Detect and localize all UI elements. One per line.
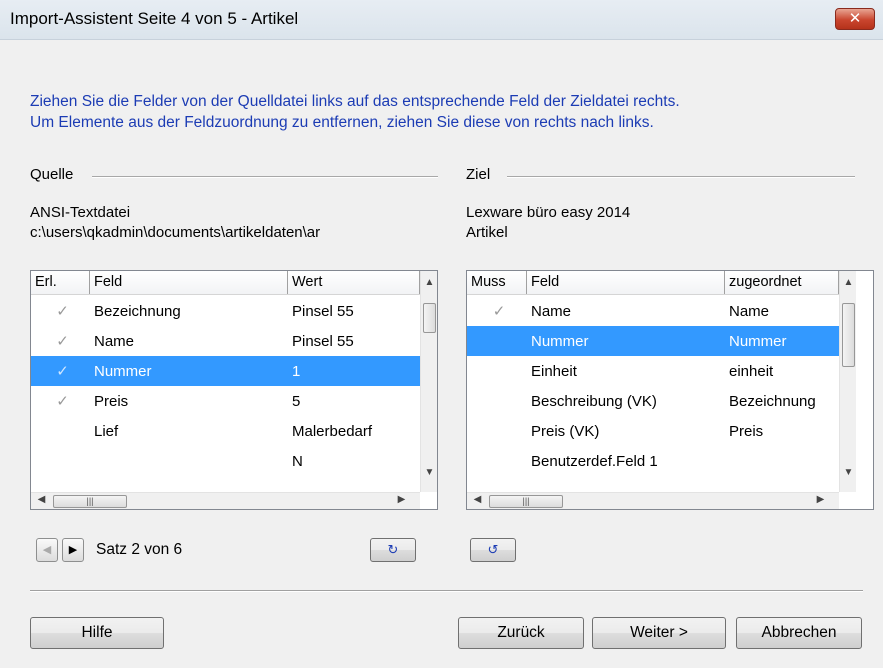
help-button[interactable]: Hilfe bbox=[30, 617, 164, 649]
table-row[interactable]: Preis (VK) Preis bbox=[467, 416, 839, 446]
target-col-assigned[interactable]: zugeordnet bbox=[725, 271, 839, 294]
target-col-required[interactable]: Muss bbox=[467, 271, 527, 294]
undo-assign-button[interactable]: ↻ bbox=[370, 538, 416, 562]
table-row[interactable]: N bbox=[31, 446, 420, 476]
bottom-separator bbox=[30, 590, 863, 592]
assigned-field-cell: Nummer bbox=[729, 332, 787, 350]
table-row[interactable]: ✓ Preis 5 bbox=[31, 386, 420, 416]
target-vscroll-thumb[interactable] bbox=[842, 303, 855, 367]
field-name-cell: Bezeichnung bbox=[94, 302, 181, 320]
field-name-cell: Nummer bbox=[94, 362, 152, 380]
target-grid-header: Muss Feld zugeordnet bbox=[467, 271, 839, 295]
source-vscroll-thumb[interactable] bbox=[423, 303, 436, 333]
field-name-cell: Beschreibung (VK) bbox=[531, 392, 657, 410]
check-icon: ✓ bbox=[492, 303, 506, 320]
scroll-up-icon[interactable]: ▲ bbox=[840, 277, 857, 288]
source-info: ANSI-Textdatei c:\users\qkadmin\document… bbox=[30, 203, 440, 243]
source-label: Quelle bbox=[30, 166, 74, 183]
source-hscroll-thumb[interactable]: ||| bbox=[53, 495, 127, 508]
field-name-cell: Benutzerdef.Feld 1 bbox=[531, 452, 658, 470]
next-record-button[interactable]: ▶ bbox=[62, 538, 84, 562]
rotate-right-icon: ↻ bbox=[387, 542, 399, 557]
check-icon: ✓ bbox=[56, 303, 69, 320]
source-divider bbox=[92, 176, 438, 178]
check-icon: ✓ bbox=[56, 333, 69, 350]
assigned-field-cell: einheit bbox=[729, 362, 774, 380]
table-row[interactable]: Einheit einheit bbox=[467, 356, 839, 386]
scroll-down-icon[interactable]: ▼ bbox=[421, 467, 438, 478]
source-col-field[interactable]: Feld bbox=[90, 271, 288, 294]
field-name-cell: Nummer bbox=[531, 332, 589, 350]
field-value-cell: 1 bbox=[292, 362, 301, 380]
table-row[interactable]: Lief Malerbedarf bbox=[31, 416, 420, 446]
table-row[interactable]: ✓ Nummer 1 bbox=[31, 356, 420, 386]
scroll-right-icon[interactable]: ▶ bbox=[393, 494, 410, 505]
field-name-cell: Name bbox=[94, 332, 135, 350]
target-hscrollbar[interactable]: ◀ ||| ▶ bbox=[467, 492, 839, 509]
rotate-left-icon: ↺ bbox=[487, 542, 499, 557]
source-col-value[interactable]: Wert bbox=[288, 271, 420, 294]
target-hscroll-thumb[interactable]: ||| bbox=[489, 495, 563, 508]
scroll-up-icon[interactable]: ▲ bbox=[421, 277, 438, 288]
target-field-grid[interactable]: Muss Feld zugeordnet ✓ Name Name Nummer Numm… bbox=[466, 270, 874, 510]
assigned-field-cell: Name bbox=[729, 302, 770, 320]
field-value-cell: Pinsel 55 bbox=[292, 302, 354, 320]
table-row[interactable]: Benutzerdef.Feld 1 bbox=[467, 446, 839, 476]
target-col-field[interactable]: Feld bbox=[527, 271, 725, 294]
table-row[interactable]: Beschreibung (VK) Bezeichnung bbox=[467, 386, 839, 416]
source-vscrollbar[interactable]: ▲ ▼ bbox=[420, 271, 437, 492]
target-vscrollbar[interactable]: ▲ ▼ bbox=[839, 271, 856, 492]
table-row[interactable]: ✓ Bezeichnung Pinsel 55 bbox=[31, 296, 420, 326]
table-row[interactable]: ✓ Name Pinsel 55 bbox=[31, 326, 420, 356]
scroll-left-icon[interactable]: ◀ bbox=[469, 494, 486, 505]
scroll-left-icon[interactable]: ◀ bbox=[33, 494, 50, 505]
field-name-cell: Einheit bbox=[531, 362, 577, 380]
assigned-field-cell: Preis bbox=[729, 422, 764, 440]
instruction-line-1: Ziehen Sie die Felder von der Quelldatei… bbox=[30, 93, 680, 110]
table-row[interactable]: Nummer Nummer bbox=[467, 326, 839, 356]
target-info: Lexware büro easy 2014 Artikel bbox=[466, 203, 856, 243]
field-value-cell: N bbox=[292, 452, 303, 470]
title-bar: Import-Assistent Seite 4 von 5 - Artikel… bbox=[0, 0, 883, 40]
scroll-down-icon[interactable]: ▼ bbox=[840, 467, 857, 478]
close-button[interactable]: ✕ bbox=[835, 8, 875, 30]
check-icon: ✓ bbox=[56, 363, 69, 380]
check-icon: ✓ bbox=[56, 393, 69, 410]
target-product: Lexware büro easy 2014 bbox=[466, 204, 631, 221]
previous-record-button[interactable]: ◀ bbox=[36, 538, 58, 562]
redo-assign-button[interactable]: ↺ bbox=[470, 538, 516, 562]
field-value-cell: 5 bbox=[292, 392, 301, 410]
scroll-right-icon[interactable]: ▶ bbox=[812, 494, 829, 505]
source-field-grid[interactable]: Erl. Feld Wert ✓ Bezeichnung Pinsel 55 ✓ Nam… bbox=[30, 270, 438, 510]
cancel-button[interactable]: Abbrechen bbox=[736, 617, 862, 649]
field-value-cell: Pinsel 55 bbox=[292, 332, 354, 350]
source-type: ANSI-Textdatei bbox=[30, 204, 131, 221]
field-name-cell: Preis (VK) bbox=[531, 422, 600, 440]
table-row[interactable]: ✓ Name Name bbox=[467, 296, 839, 326]
target-divider bbox=[507, 176, 855, 178]
record-counter: Satz 2 von 6 bbox=[96, 541, 183, 558]
target-grid-rows: ✓ Name Name Nummer Nummer Einheit einheit Besch… bbox=[467, 296, 839, 476]
field-value-cell: Malerbedarf bbox=[292, 422, 373, 440]
window-title: Import-Assistent Seite 4 von 5 - Artikel bbox=[10, 9, 299, 28]
source-path: c:\users\qkadmin\documents\artikeldaten\… bbox=[30, 224, 321, 241]
source-hscrollbar[interactable]: ◀ ||| ▶ bbox=[31, 492, 420, 509]
field-name-cell: Lief bbox=[94, 422, 119, 440]
instruction-line-2: Um Elemente aus der Feldzuordnung zu ent… bbox=[30, 114, 654, 131]
instructions: Ziehen Sie die Felder von der Quelldatei… bbox=[30, 91, 680, 133]
assigned-field-cell: Bezeichnung bbox=[729, 392, 816, 410]
back-button[interactable]: Zurück bbox=[458, 617, 584, 649]
next-button[interactable]: Weiter > bbox=[592, 617, 726, 649]
field-name-cell: Name bbox=[531, 302, 572, 320]
source-grid-rows: ✓ Bezeichnung Pinsel 55 ✓ Name Pinsel 55 ✓ Numm… bbox=[31, 296, 420, 476]
target-table: Artikel bbox=[466, 224, 508, 241]
field-name-cell: Preis bbox=[94, 392, 129, 410]
source-col-done[interactable]: Erl. bbox=[31, 271, 90, 294]
target-label: Ziel bbox=[466, 166, 491, 183]
source-grid-header: Erl. Feld Wert bbox=[31, 271, 420, 295]
